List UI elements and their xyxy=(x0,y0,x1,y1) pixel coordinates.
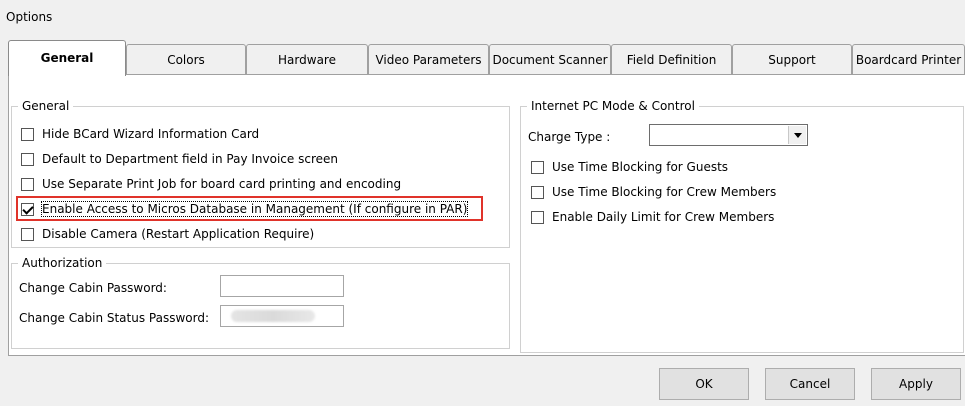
time-blocking-crew-checkbox[interactable]: Use Time Blocking for Crew Members xyxy=(531,183,776,201)
time-blocking-guests-checkbox[interactable]: Use Time Blocking for Guests xyxy=(531,158,728,176)
checkbox-label: Use Separate Print Job for board card pr… xyxy=(42,177,402,191)
change-cabin-password-input[interactable] xyxy=(220,275,344,297)
separate-print-job-checkbox[interactable]: Use Separate Print Job for board card pr… xyxy=(21,175,401,193)
tab-video-parameters[interactable]: Video Parameters xyxy=(368,44,489,75)
cancel-button[interactable]: Cancel xyxy=(765,368,855,400)
ok-button[interactable]: OK xyxy=(659,368,749,400)
checkbox-box[interactable] xyxy=(21,127,34,141)
checkbox-box[interactable] xyxy=(21,227,34,241)
checkbox-box[interactable] xyxy=(21,177,34,191)
tab-support[interactable]: Support xyxy=(732,44,852,75)
change-cabin-status-password-input[interactable] xyxy=(220,305,344,327)
checkbox-label: Hide BCard Wizard Information Card xyxy=(42,127,260,141)
checkbox-label: Use Time Blocking for Crew Members xyxy=(552,185,777,199)
checkbox-box[interactable] xyxy=(531,210,544,224)
change-cabin-password-label: Change Cabin Password: xyxy=(19,281,167,295)
checkbox-box[interactable] xyxy=(21,152,34,166)
disable-camera-checkbox[interactable]: Disable Camera (Restart Application Requ… xyxy=(21,225,314,243)
checkbox-label: Default to Department field in Pay Invoi… xyxy=(42,152,338,166)
redacted-value xyxy=(231,310,315,322)
tab-colors[interactable]: Colors xyxy=(126,44,246,75)
tab-document-scanner[interactable]: Document Scanner xyxy=(489,44,611,75)
chevron-down-icon xyxy=(793,132,802,138)
charge-type-select[interactable] xyxy=(649,124,808,146)
tab-boardcard-printer[interactable]: Boardcard Printer xyxy=(852,44,965,75)
hide-bcard-wizard-checkbox[interactable]: Hide BCard Wizard Information Card xyxy=(21,125,259,143)
apply-button[interactable]: Apply xyxy=(871,368,961,400)
authorization-group-legend: Authorization xyxy=(18,256,107,270)
internet-group-legend: Internet PC Mode & Control xyxy=(527,99,699,113)
checkbox-box[interactable] xyxy=(531,185,544,199)
change-cabin-status-password-label: Change Cabin Status Password: xyxy=(19,311,210,325)
checkbox-label: Disable Camera (Restart Application Requ… xyxy=(42,227,315,241)
checkbox-box[interactable] xyxy=(531,160,544,174)
tab-field-definition[interactable]: Field Definition xyxy=(611,44,732,75)
daily-limit-crew-checkbox[interactable]: Enable Daily Limit for Crew Members xyxy=(531,208,774,226)
highlight-box xyxy=(16,196,483,221)
checkbox-label: Enable Daily Limit for Crew Members xyxy=(552,210,775,224)
general-group-legend: General xyxy=(18,99,74,113)
charge-type-label: Charge Type : xyxy=(528,130,611,144)
dropdown-button[interactable] xyxy=(788,126,806,144)
tab-general[interactable]: General xyxy=(8,40,126,76)
general-tab-page: General Hide BCard Wizard Information Ca… xyxy=(8,74,965,356)
tab-strip: General Colors Hardware Video Parameters… xyxy=(8,40,965,76)
checkbox-label: Use Time Blocking for Guests xyxy=(552,160,729,174)
default-department-checkbox[interactable]: Default to Department field in Pay Invoi… xyxy=(21,150,338,168)
tab-hardware[interactable]: Hardware xyxy=(246,44,368,75)
window-title: Options xyxy=(6,10,53,24)
